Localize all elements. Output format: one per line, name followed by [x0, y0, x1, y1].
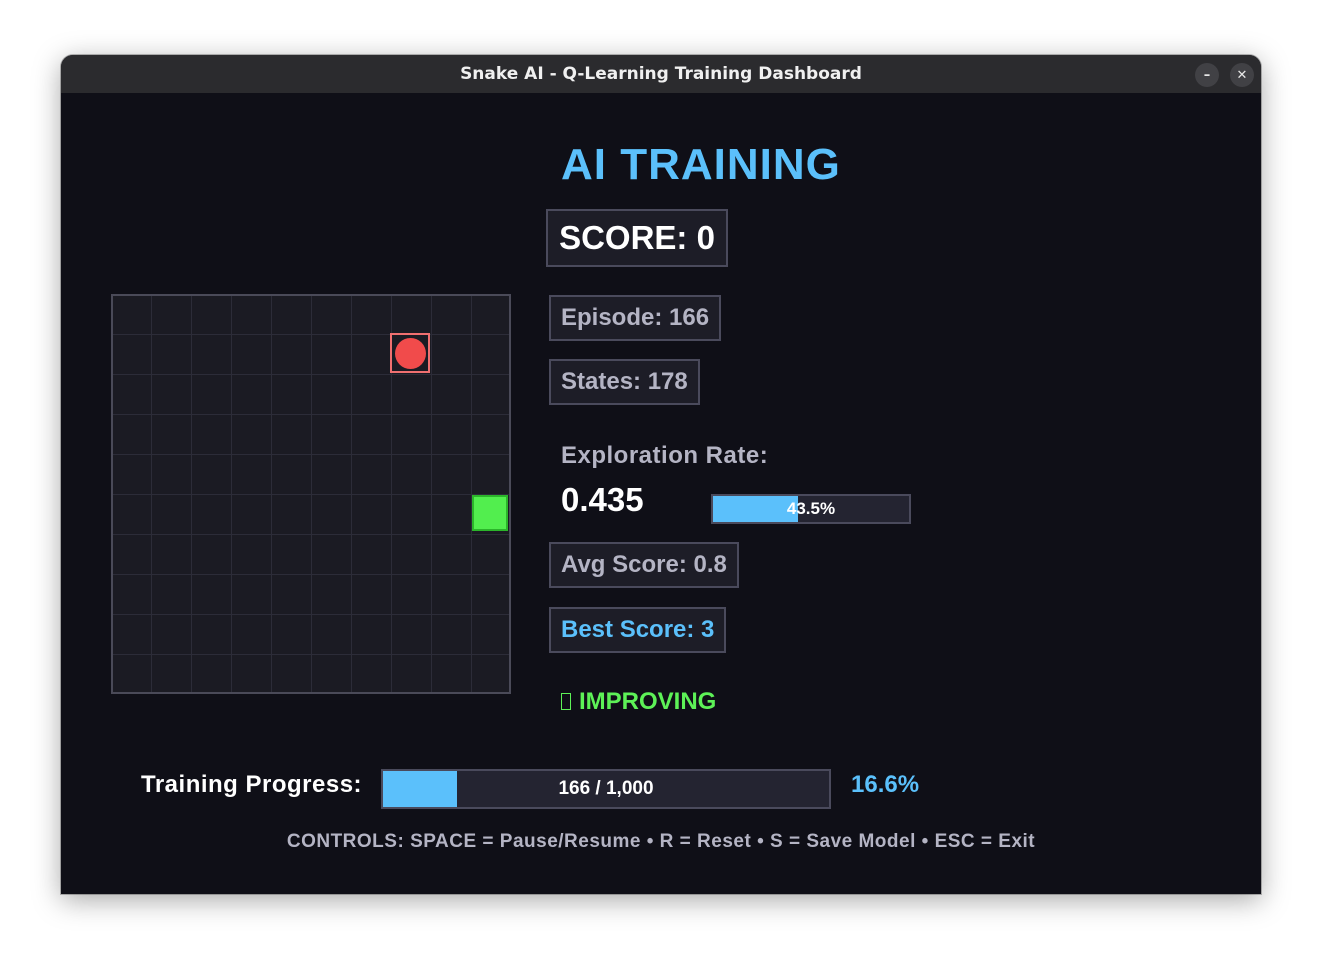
controls-help: CONTROLS: SPACE = Pause/Resume • R = Res… [286, 831, 1036, 852]
best-score-stat: Best Score: 3 [549, 607, 727, 653]
exploration-rate-value: 0.435 [561, 481, 644, 518]
app-window: Snake AI - Q-Learning Training Dashboard… [61, 55, 1261, 894]
window-title: Snake AI - Q-Learning Training Dashboard [460, 64, 862, 84]
training-status-text: IMPROVING [579, 688, 717, 715]
snake-head [472, 495, 508, 531]
dashboard: AI TRAINING SCORE: 0 Episode: 166 States… [61, 93, 1261, 894]
exploration-rate-percent: 43.5% [786, 499, 836, 518]
training-progress-percent: 16.6% [851, 771, 920, 798]
page-title: AI TRAINING [561, 140, 841, 189]
training-progress-bar: 166 / 1,000 [381, 769, 831, 809]
food-icon [394, 337, 426, 369]
states-stat: States: 178 [549, 359, 700, 405]
avg-score-stat: Avg Score: 0.8 [549, 542, 739, 588]
score-display: SCORE: 0 [546, 209, 728, 267]
training-progress-label: Training Progress: [141, 771, 363, 798]
exploration-rate-bar: 43.5% [711, 494, 911, 524]
close-button[interactable]: ✕ [1230, 63, 1254, 87]
minimize-button[interactable]: – [1195, 63, 1219, 87]
food-cell [390, 333, 430, 373]
status-icon [561, 693, 571, 710]
exploration-rate-label: Exploration Rate: [561, 442, 769, 469]
training-status: IMPROVING [561, 688, 716, 716]
game-board [111, 294, 511, 694]
title-bar: Snake AI - Q-Learning Training Dashboard… [61, 55, 1261, 93]
training-progress-count: 166 / 1,000 [558, 778, 654, 799]
episode-stat: Episode: 166 [549, 295, 722, 341]
